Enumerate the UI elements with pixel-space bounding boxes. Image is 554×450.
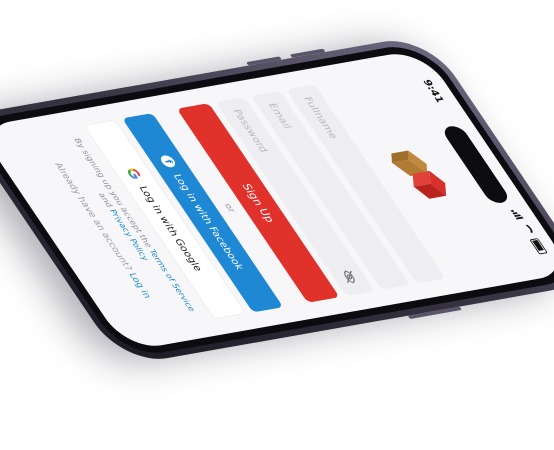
google-icon <box>127 168 141 179</box>
eye-off-icon[interactable] <box>339 269 360 284</box>
wifi-icon <box>518 222 536 237</box>
phone-device: 9:41 Fullname Email Password Sign Up or … <box>0 34 554 366</box>
signup-form: Fullname Email Password Sign Up or f Log… <box>32 84 446 328</box>
facebook-icon: f <box>158 154 179 169</box>
signal-icon <box>510 209 524 220</box>
status-time: 9:41 <box>420 78 447 104</box>
battery-icon <box>529 238 548 255</box>
login-link[interactable]: Log in <box>126 272 152 299</box>
stage: 9:41 Fullname Email Password Sign Up or … <box>0 0 554 450</box>
email-placeholder: Email <box>266 102 295 130</box>
